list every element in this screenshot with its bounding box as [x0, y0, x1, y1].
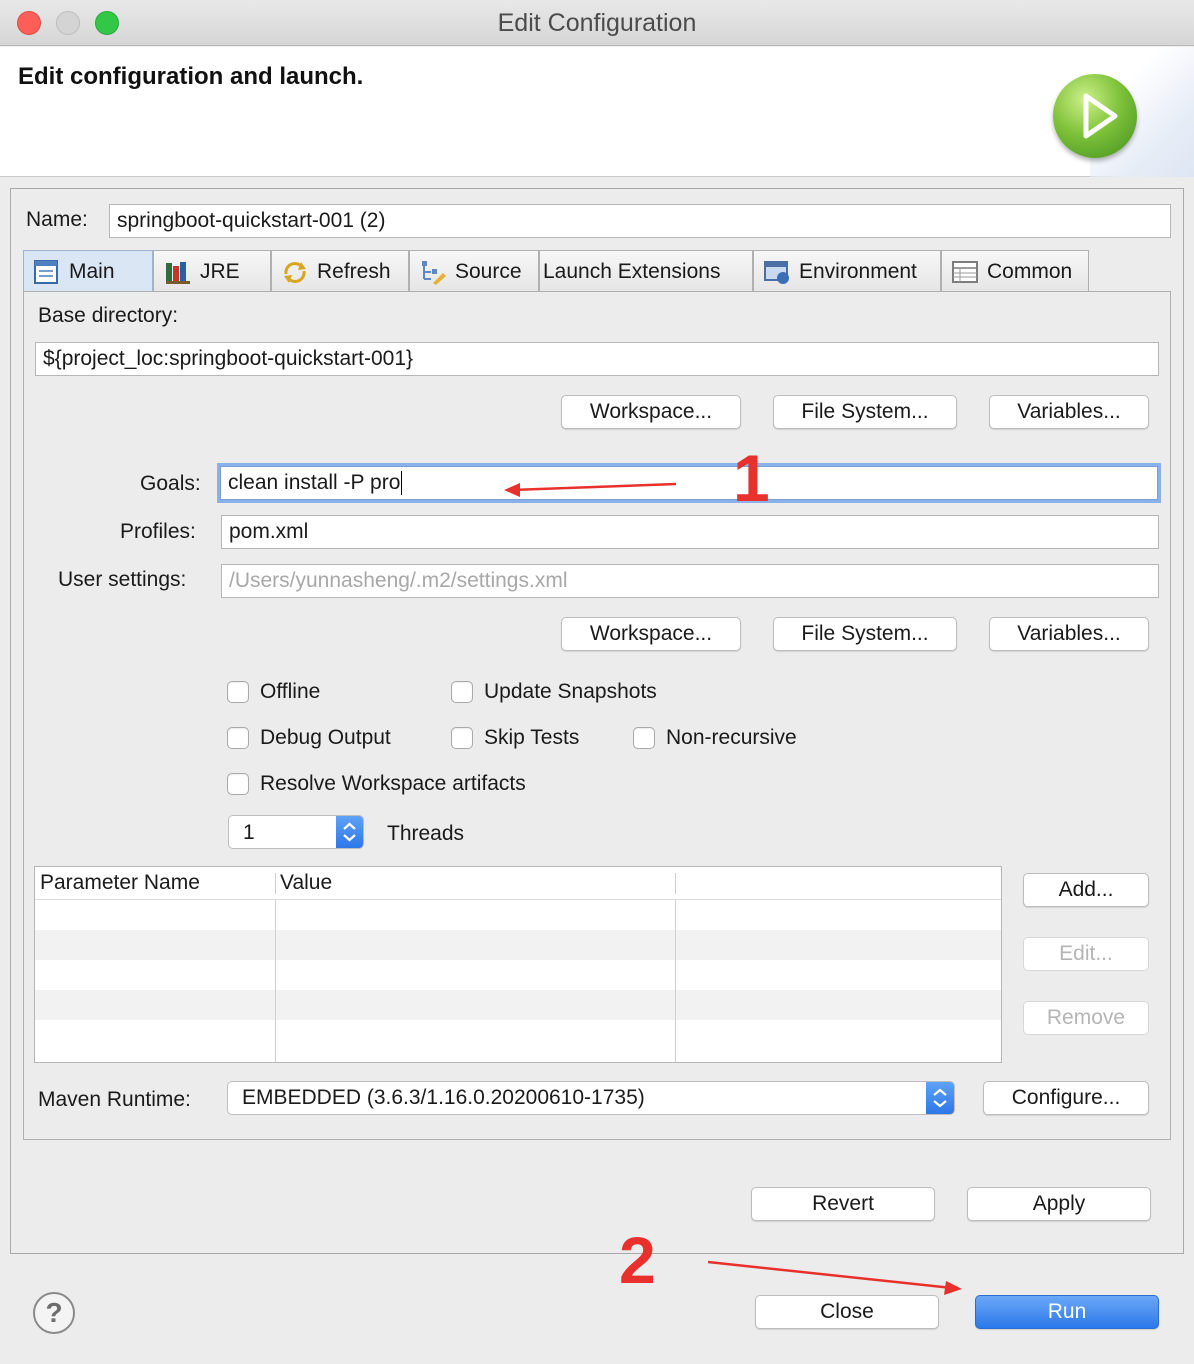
profiles-label: Profiles: [120, 520, 196, 543]
variables-button-1[interactable]: Variables... [989, 395, 1149, 429]
base-directory-field[interactable]: ${project_loc:springboot-quickstart-001} [35, 342, 1159, 376]
workspace-button-1[interactable]: Workspace... [561, 395, 741, 429]
tab-label: Refresh [317, 259, 391, 283]
resolve-workspace-label: Resolve Workspace artifacts [260, 772, 526, 795]
table-header: Parameter Name Value [35, 867, 1001, 900]
profiles-field[interactable]: pom.xml [221, 515, 1159, 549]
file-system-button-2[interactable]: File System... [773, 617, 957, 651]
skip-tests-checkbox[interactable] [451, 727, 473, 749]
offline-label: Offline [260, 680, 321, 703]
jre-books-icon [164, 259, 192, 285]
table-row[interactable] [35, 990, 1001, 1020]
tab-launch-extensions[interactable]: Launch Extensions [539, 250, 753, 292]
offline-checkbox[interactable] [227, 681, 249, 703]
tab-environment[interactable]: Environment [753, 250, 941, 292]
add-parameter-button[interactable]: Add... [1023, 873, 1149, 907]
table-row[interactable] [35, 960, 1001, 990]
tab-label: Common [987, 259, 1073, 283]
name-label: Name: [26, 208, 88, 231]
tab-main[interactable]: Main [23, 250, 153, 292]
user-settings-field[interactable]: /Users/yunnasheng/.m2/settings.xml [221, 564, 1159, 598]
maven-runtime-label: Maven Runtime: [38, 1088, 191, 1111]
tab-source[interactable]: Source [409, 250, 539, 292]
debug-output-label: Debug Output [260, 726, 391, 749]
goals-value: clean install -P pro [228, 471, 401, 494]
apply-button[interactable]: Apply [967, 1187, 1151, 1221]
header-banner: Edit configuration and launch. [0, 47, 1194, 177]
threads-label: Threads [387, 822, 465, 845]
spinner-arrows-icon[interactable] [336, 816, 363, 848]
refresh-icon [281, 259, 309, 285]
banner-title: Edit configuration and launch. [18, 63, 364, 90]
column-header-value[interactable]: Value [280, 871, 332, 895]
window-title: Edit Configuration [497, 9, 697, 37]
threads-spinner[interactable]: 1 [228, 815, 364, 849]
configure-button[interactable]: Configure... [983, 1081, 1149, 1115]
non-recursive-checkbox[interactable] [633, 727, 655, 749]
name-field[interactable]: springboot-quickstart-001 (2) [109, 204, 1171, 238]
resolve-workspace-checkbox[interactable] [227, 773, 249, 795]
tab-jre[interactable]: JRE [153, 250, 271, 292]
column-divider [675, 873, 676, 894]
common-icon [951, 259, 979, 285]
tab-label: Source [455, 259, 522, 283]
tab-refresh[interactable]: Refresh [271, 250, 409, 292]
environment-icon [763, 259, 791, 285]
maven-runtime-select[interactable]: EMBEDDED (3.6.3/1.16.0.20200610-1735) [227, 1081, 955, 1115]
main-tab-icon [33, 259, 61, 285]
annotation-arrow-2 [707, 1260, 953, 1290]
annotation-marker-1: 1 [733, 441, 770, 515]
annotation-arrowhead-2 [944, 1281, 962, 1295]
file-system-button-1[interactable]: File System... [773, 395, 957, 429]
edit-parameter-button[interactable]: Edit... [1023, 937, 1149, 971]
column-divider [275, 873, 276, 894]
threads-value: 1 [243, 821, 255, 844]
table-row[interactable] [35, 1020, 1001, 1050]
tab-common[interactable]: Common [941, 250, 1089, 292]
annotation-marker-2: 2 [619, 1223, 656, 1297]
tab-label: Main [69, 259, 115, 283]
variables-button-2[interactable]: Variables... [989, 617, 1149, 651]
base-directory-label: Base directory: [38, 304, 179, 327]
run-button[interactable]: Run [975, 1295, 1159, 1329]
user-settings-label: User settings: [58, 568, 187, 591]
run-launch-icon [1053, 74, 1137, 158]
tab-strip: Main JRE Refresh Source Launch Extension… [23, 250, 1171, 292]
table-row[interactable] [35, 930, 1001, 960]
close-button[interactable]: Close [755, 1295, 939, 1329]
maven-runtime-value: EMBEDDED (3.6.3/1.16.0.20200610-1735) [242, 1086, 645, 1109]
table-row[interactable] [35, 900, 1001, 930]
tab-label: JRE [200, 259, 240, 283]
update-snapshots-checkbox[interactable] [451, 681, 473, 703]
skip-tests-label: Skip Tests [484, 726, 580, 749]
column-divider [675, 900, 676, 1062]
goals-field[interactable]: clean install -P pro [220, 466, 1158, 500]
column-header-parameter-name[interactable]: Parameter Name [40, 871, 200, 895]
parameters-table[interactable]: Parameter Name Value [34, 866, 1002, 1063]
remove-parameter-button[interactable]: Remove [1023, 1001, 1149, 1035]
debug-output-checkbox[interactable] [227, 727, 249, 749]
tab-label: Environment [799, 259, 917, 283]
revert-button[interactable]: Revert [751, 1187, 935, 1221]
non-recursive-label: Non-recursive [666, 726, 797, 749]
workspace-button-2[interactable]: Workspace... [561, 617, 741, 651]
goals-label: Goals: [140, 472, 201, 495]
source-icon [419, 259, 447, 285]
help-icon[interactable]: ? [33, 1292, 75, 1334]
column-divider [275, 900, 276, 1062]
update-snapshots-label: Update Snapshots [484, 680, 657, 703]
text-caret [401, 471, 403, 496]
select-arrows-icon[interactable] [926, 1082, 954, 1114]
tab-label: Launch Extensions [543, 259, 721, 283]
